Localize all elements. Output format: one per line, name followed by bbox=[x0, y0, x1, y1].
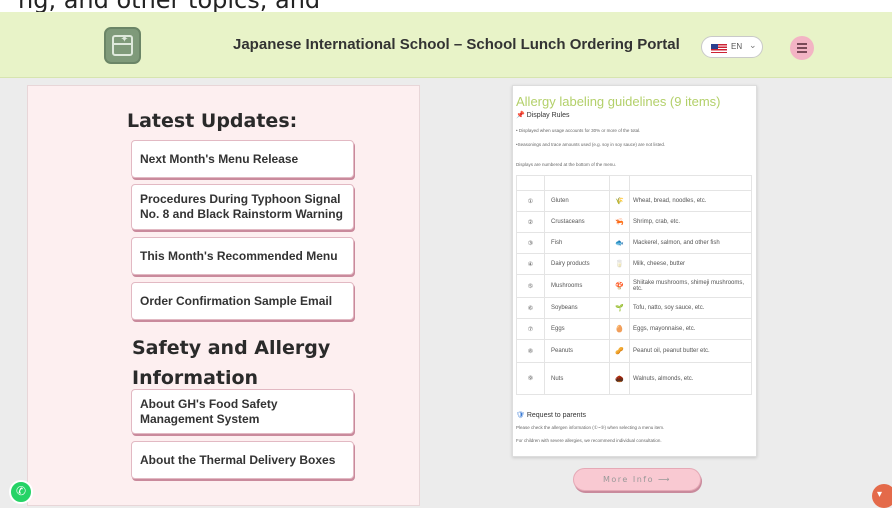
allergen-name: Mushrooms bbox=[544, 274, 610, 298]
allergen-icon: 🌱 bbox=[609, 297, 630, 319]
safety-link[interactable]: About GH's Food Safety Management System bbox=[131, 389, 354, 434]
allergen-examples: Shrimp, crab, etc. bbox=[629, 211, 752, 233]
table-row: ② Crustaceans 🦐 Shrimp, crab, etc. bbox=[516, 211, 752, 233]
main-content: Allergy labeling guidelines (9 items) 📌 … bbox=[421, 85, 892, 506]
allergen-icon: 🥚 bbox=[609, 318, 630, 340]
allergen-name: Nuts bbox=[544, 362, 610, 395]
table-row: ③ Fish 🐟 Mackerel, salmon, and other fish bbox=[516, 232, 752, 254]
page-title: Japanese International School – School L… bbox=[233, 36, 680, 53]
update-link[interactable]: This Month's Recommended Menu bbox=[131, 237, 354, 275]
allergen-number: ③ bbox=[516, 232, 545, 254]
allergen-examples: Walnuts, almonds, etc. bbox=[629, 362, 752, 395]
allergen-number: ⑨ bbox=[516, 362, 545, 395]
allergen-number: ④ bbox=[516, 253, 545, 275]
language-selector[interactable]: EN ⌄ bbox=[701, 36, 763, 58]
allergen-icon: 🌾 bbox=[609, 190, 630, 212]
request-line: Please check the allergen information (①… bbox=[516, 425, 665, 430]
allergen-name: Dairy products bbox=[544, 253, 610, 275]
rule-line: •Seasonings and trace amounts used (e.g.… bbox=[516, 142, 666, 147]
allergen-icon: 🥜 bbox=[609, 339, 630, 363]
allergen-examples: Tofu, natto, soy sauce, etc. bbox=[629, 297, 752, 319]
top-strip: ng, and other topics, and bbox=[0, 0, 892, 12]
cut-off-text: ng, and other topics, and bbox=[18, 0, 320, 12]
language-code: EN bbox=[731, 42, 743, 51]
chat-icon[interactable]: ▾ bbox=[872, 484, 892, 508]
table-row: ⑨ Nuts 🌰 Walnuts, almonds, etc. bbox=[516, 362, 752, 395]
allergen-name: Eggs bbox=[544, 318, 610, 340]
allergen-icon: 🦐 bbox=[609, 211, 630, 233]
allergen-examples: Mackerel, salmon, and other fish bbox=[629, 232, 752, 254]
document-title: Allergy labeling guidelines (9 items) bbox=[516, 94, 721, 109]
rule-line: Displays are numbered at the bottom of t… bbox=[516, 162, 617, 167]
table-row: ⑦ Eggs 🥚 Eggs, mayonnaise, etc. bbox=[516, 318, 752, 340]
table-row: ⑥ Soybeans 🌱 Tofu, natto, soy sauce, etc. bbox=[516, 297, 752, 319]
allergen-name: Soybeans bbox=[544, 297, 610, 319]
table-header-row bbox=[516, 175, 752, 191]
allergen-number: ⑥ bbox=[516, 297, 545, 319]
pin-icon: 📌 bbox=[516, 112, 525, 119]
table-row: ④ Dairy products 🥛 Milk, cheese, butter bbox=[516, 253, 752, 275]
request-line: For children with severe allergies, we r… bbox=[516, 438, 662, 443]
table-row: ① Gluten 🌾 Wheat, bread, noodles, etc. bbox=[516, 190, 752, 212]
allergen-examples: Shiitake mushrooms, shimeji mushrooms, e… bbox=[629, 274, 752, 298]
allergen-table: ① Gluten 🌾 Wheat, bread, noodles, etc. ② Crus… bbox=[516, 175, 752, 395]
allergen-examples: Eggs, mayonnaise, etc. bbox=[629, 318, 752, 340]
table-row: ⑤ Mushrooms 🍄 Shiitake mushrooms, shimeji m… bbox=[516, 274, 752, 298]
shield-icon: 🛡 bbox=[516, 412, 525, 419]
safety-heading: Safety and Allergy Information bbox=[132, 337, 331, 389]
allergen-number: ② bbox=[516, 211, 545, 233]
allergy-document: Allergy labeling guidelines (9 items) 📌 … bbox=[512, 85, 757, 457]
rule-line: • Displayed when usage accounts for 30% … bbox=[516, 128, 641, 133]
allergen-name: Fish bbox=[544, 232, 610, 254]
allergen-icon: 🍄 bbox=[609, 274, 630, 298]
allergen-examples: Wheat, bread, noodles, etc. bbox=[629, 190, 752, 212]
allergen-name: Peanuts bbox=[544, 339, 610, 363]
sidebar-panel: Latest Updates: Next Month's Menu Releas… bbox=[27, 85, 420, 506]
allergen-icon: 🌰 bbox=[609, 362, 630, 395]
allergen-number: ⑧ bbox=[516, 339, 545, 363]
update-link[interactable]: Order Confirmation Sample Email bbox=[131, 282, 354, 320]
lunchbox-logo-icon[interactable]: ✦ bbox=[104, 27, 141, 64]
chevron-down-icon: ⌄ bbox=[749, 40, 757, 50]
whatsapp-icon[interactable]: ✆ bbox=[9, 480, 33, 504]
allergen-icon: 🐟 bbox=[609, 232, 630, 254]
site-header: ✦ Japanese International School – School… bbox=[0, 12, 892, 78]
allergen-examples: Peanut oil, peanut butter etc. bbox=[629, 339, 752, 363]
allergen-name: Gluten bbox=[544, 190, 610, 212]
allergen-name: Crustaceans bbox=[544, 211, 610, 233]
allergen-number: ⑦ bbox=[516, 318, 545, 340]
table-row: ⑧ Peanuts 🥜 Peanut oil, peanut butter etc. bbox=[516, 339, 752, 363]
more-info-button[interactable]: More Info ⟶ bbox=[573, 468, 701, 491]
allergen-number: ⑤ bbox=[516, 274, 545, 298]
latest-updates-heading: Latest Updates: bbox=[127, 110, 298, 132]
allergen-number: ① bbox=[516, 190, 545, 212]
hamburger-menu-icon[interactable] bbox=[790, 36, 814, 60]
update-link[interactable]: Procedures During Typhoon Signal No. 8 a… bbox=[131, 184, 354, 230]
us-flag-icon bbox=[711, 44, 727, 53]
display-rules-heading: Display Rules bbox=[526, 112, 570, 119]
request-heading: Request to parents bbox=[526, 412, 586, 419]
update-link[interactable]: Next Month's Menu Release bbox=[131, 140, 354, 178]
allergen-examples: Milk, cheese, butter bbox=[629, 253, 752, 275]
safety-link[interactable]: About the Thermal Delivery Boxes bbox=[131, 441, 354, 479]
allergen-icon: 🥛 bbox=[609, 253, 630, 275]
